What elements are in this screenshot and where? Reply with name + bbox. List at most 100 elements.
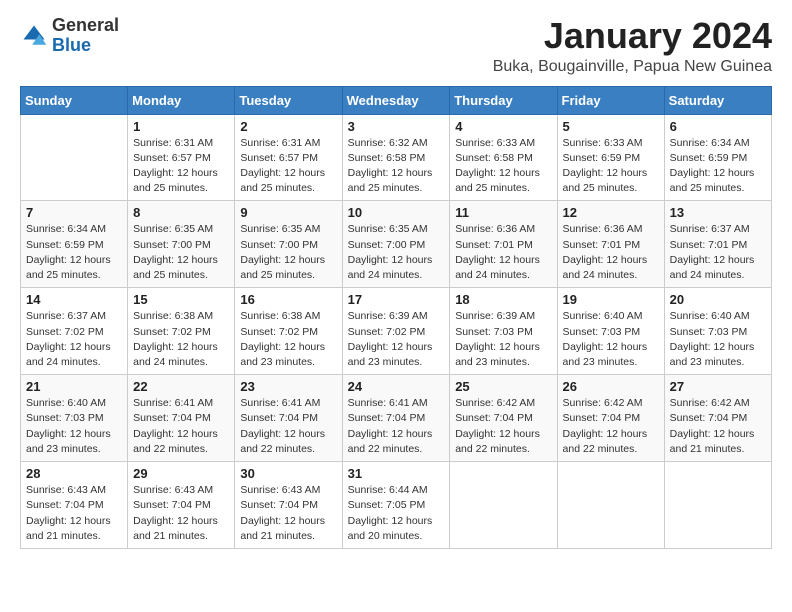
calendar-cell: 17 Sunrise: 6:39 AMSunset: 7:02 PMDaylig… xyxy=(342,288,450,375)
day-info: Sunrise: 6:41 AMSunset: 7:04 PMDaylight:… xyxy=(348,396,445,457)
calendar-cell: 13 Sunrise: 6:37 AMSunset: 7:01 PMDaylig… xyxy=(664,201,771,288)
page-header: General Blue January 2024 Buka, Bougainv… xyxy=(20,16,772,76)
calendar-cell: 29 Sunrise: 6:43 AMSunset: 7:04 PMDaylig… xyxy=(128,462,235,549)
day-info: Sunrise: 6:40 AMSunset: 7:03 PMDaylight:… xyxy=(26,396,122,457)
calendar-cell: 4 Sunrise: 6:33 AMSunset: 6:58 PMDayligh… xyxy=(450,114,557,201)
day-info: Sunrise: 6:37 AMSunset: 7:02 PMDaylight:… xyxy=(26,309,122,370)
calendar-cell: 27 Sunrise: 6:42 AMSunset: 7:04 PMDaylig… xyxy=(664,375,771,462)
day-info: Sunrise: 6:34 AMSunset: 6:59 PMDaylight:… xyxy=(26,222,122,283)
calendar-cell: 20 Sunrise: 6:40 AMSunset: 7:03 PMDaylig… xyxy=(664,288,771,375)
day-info: Sunrise: 6:31 AMSunset: 6:57 PMDaylight:… xyxy=(240,136,336,197)
day-number: 9 xyxy=(240,205,336,220)
day-number: 8 xyxy=(133,205,229,220)
day-info: Sunrise: 6:37 AMSunset: 7:01 PMDaylight:… xyxy=(670,222,766,283)
calendar-cell: 22 Sunrise: 6:41 AMSunset: 7:04 PMDaylig… xyxy=(128,375,235,462)
calendar-week-row-3: 21 Sunrise: 6:40 AMSunset: 7:03 PMDaylig… xyxy=(21,375,772,462)
header-friday: Friday xyxy=(557,86,664,114)
day-info: Sunrise: 6:43 AMSunset: 7:04 PMDaylight:… xyxy=(133,483,229,544)
calendar-cell: 1 Sunrise: 6:31 AMSunset: 6:57 PMDayligh… xyxy=(128,114,235,201)
day-info: Sunrise: 6:36 AMSunset: 7:01 PMDaylight:… xyxy=(455,222,551,283)
day-info: Sunrise: 6:32 AMSunset: 6:58 PMDaylight:… xyxy=(348,136,445,197)
day-number: 3 xyxy=(348,119,445,134)
header-saturday: Saturday xyxy=(664,86,771,114)
day-info: Sunrise: 6:34 AMSunset: 6:59 PMDaylight:… xyxy=(670,136,766,197)
day-info: Sunrise: 6:42 AMSunset: 7:04 PMDaylight:… xyxy=(670,396,766,457)
calendar-cell: 5 Sunrise: 6:33 AMSunset: 6:59 PMDayligh… xyxy=(557,114,664,201)
day-number: 10 xyxy=(348,205,445,220)
day-number: 30 xyxy=(240,466,336,481)
logo-blue-text: Blue xyxy=(52,36,119,56)
calendar-cell: 23 Sunrise: 6:41 AMSunset: 7:04 PMDaylig… xyxy=(235,375,342,462)
logo-icon xyxy=(20,22,48,50)
calendar-cell: 18 Sunrise: 6:39 AMSunset: 7:03 PMDaylig… xyxy=(450,288,557,375)
day-number: 23 xyxy=(240,379,336,394)
day-info: Sunrise: 6:33 AMSunset: 6:58 PMDaylight:… xyxy=(455,136,551,197)
day-number: 29 xyxy=(133,466,229,481)
calendar-cell: 19 Sunrise: 6:40 AMSunset: 7:03 PMDaylig… xyxy=(557,288,664,375)
day-number: 14 xyxy=(26,292,122,307)
day-number: 28 xyxy=(26,466,122,481)
day-info: Sunrise: 6:31 AMSunset: 6:57 PMDaylight:… xyxy=(133,136,229,197)
location-subtitle: Buka, Bougainville, Papua New Guinea xyxy=(493,58,772,76)
day-info: Sunrise: 6:39 AMSunset: 7:02 PMDaylight:… xyxy=(348,309,445,370)
calendar-cell xyxy=(557,462,664,549)
calendar-cell xyxy=(21,114,128,201)
day-number: 27 xyxy=(670,379,766,394)
calendar-cell: 31 Sunrise: 6:44 AMSunset: 7:05 PMDaylig… xyxy=(342,462,450,549)
header-monday: Monday xyxy=(128,86,235,114)
day-info: Sunrise: 6:38 AMSunset: 7:02 PMDaylight:… xyxy=(240,309,336,370)
day-number: 11 xyxy=(455,205,551,220)
calendar-cell: 7 Sunrise: 6:34 AMSunset: 6:59 PMDayligh… xyxy=(21,201,128,288)
day-info: Sunrise: 6:33 AMSunset: 6:59 PMDaylight:… xyxy=(563,136,659,197)
day-number: 19 xyxy=(563,292,659,307)
calendar-cell: 6 Sunrise: 6:34 AMSunset: 6:59 PMDayligh… xyxy=(664,114,771,201)
day-info: Sunrise: 6:40 AMSunset: 7:03 PMDaylight:… xyxy=(670,309,766,370)
calendar-week-row-2: 14 Sunrise: 6:37 AMSunset: 7:02 PMDaylig… xyxy=(21,288,772,375)
day-number: 4 xyxy=(455,119,551,134)
calendar-week-row-0: 1 Sunrise: 6:31 AMSunset: 6:57 PMDayligh… xyxy=(21,114,772,201)
day-number: 31 xyxy=(348,466,445,481)
calendar-cell: 12 Sunrise: 6:36 AMSunset: 7:01 PMDaylig… xyxy=(557,201,664,288)
day-number: 1 xyxy=(133,119,229,134)
calendar-table: Sunday Monday Tuesday Wednesday Thursday… xyxy=(20,86,772,549)
month-year-title: January 2024 xyxy=(493,16,772,56)
day-number: 12 xyxy=(563,205,659,220)
day-number: 15 xyxy=(133,292,229,307)
logo: General Blue xyxy=(20,16,119,56)
day-info: Sunrise: 6:44 AMSunset: 7:05 PMDaylight:… xyxy=(348,483,445,544)
day-number: 17 xyxy=(348,292,445,307)
calendar-cell: 3 Sunrise: 6:32 AMSunset: 6:58 PMDayligh… xyxy=(342,114,450,201)
day-number: 5 xyxy=(563,119,659,134)
day-number: 24 xyxy=(348,379,445,394)
header-tuesday: Tuesday xyxy=(235,86,342,114)
day-number: 18 xyxy=(455,292,551,307)
day-number: 6 xyxy=(670,119,766,134)
header-sunday: Sunday xyxy=(21,86,128,114)
day-info: Sunrise: 6:43 AMSunset: 7:04 PMDaylight:… xyxy=(240,483,336,544)
header-wednesday: Wednesday xyxy=(342,86,450,114)
calendar-cell: 24 Sunrise: 6:41 AMSunset: 7:04 PMDaylig… xyxy=(342,375,450,462)
calendar-cell: 21 Sunrise: 6:40 AMSunset: 7:03 PMDaylig… xyxy=(21,375,128,462)
calendar-cell: 9 Sunrise: 6:35 AMSunset: 7:00 PMDayligh… xyxy=(235,201,342,288)
calendar-cell: 26 Sunrise: 6:42 AMSunset: 7:04 PMDaylig… xyxy=(557,375,664,462)
calendar-cell: 11 Sunrise: 6:36 AMSunset: 7:01 PMDaylig… xyxy=(450,201,557,288)
day-number: 25 xyxy=(455,379,551,394)
calendar-cell: 10 Sunrise: 6:35 AMSunset: 7:00 PMDaylig… xyxy=(342,201,450,288)
day-info: Sunrise: 6:41 AMSunset: 7:04 PMDaylight:… xyxy=(240,396,336,457)
day-number: 21 xyxy=(26,379,122,394)
calendar-cell: 15 Sunrise: 6:38 AMSunset: 7:02 PMDaylig… xyxy=(128,288,235,375)
day-number: 2 xyxy=(240,119,336,134)
calendar-header-row: Sunday Monday Tuesday Wednesday Thursday… xyxy=(21,86,772,114)
day-info: Sunrise: 6:43 AMSunset: 7:04 PMDaylight:… xyxy=(26,483,122,544)
day-info: Sunrise: 6:35 AMSunset: 7:00 PMDaylight:… xyxy=(348,222,445,283)
calendar-cell: 25 Sunrise: 6:42 AMSunset: 7:04 PMDaylig… xyxy=(450,375,557,462)
day-info: Sunrise: 6:38 AMSunset: 7:02 PMDaylight:… xyxy=(133,309,229,370)
day-number: 20 xyxy=(670,292,766,307)
calendar-cell: 14 Sunrise: 6:37 AMSunset: 7:02 PMDaylig… xyxy=(21,288,128,375)
day-number: 22 xyxy=(133,379,229,394)
day-info: Sunrise: 6:42 AMSunset: 7:04 PMDaylight:… xyxy=(455,396,551,457)
calendar-week-row-1: 7 Sunrise: 6:34 AMSunset: 6:59 PMDayligh… xyxy=(21,201,772,288)
calendar-cell: 8 Sunrise: 6:35 AMSunset: 7:00 PMDayligh… xyxy=(128,201,235,288)
calendar-cell xyxy=(664,462,771,549)
day-number: 26 xyxy=(563,379,659,394)
